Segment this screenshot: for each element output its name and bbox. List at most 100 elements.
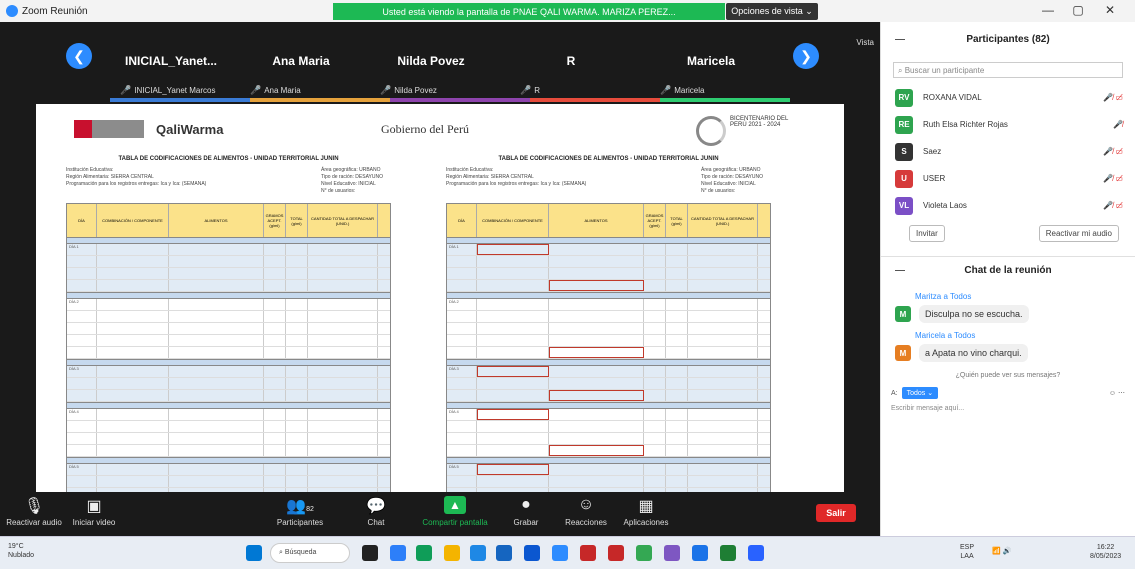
share-screen-button[interactable]: ▲ Compartir pantalla (420, 496, 490, 527)
leave-button[interactable]: Salir (816, 504, 856, 522)
participant-thumbnail[interactable]: Maricela 🎤 Maricela (650, 36, 772, 100)
language-indicator[interactable]: ESP LAA (960, 543, 974, 561)
participant-row[interactable]: RE Ruth Elsa Richter Rojas 🎤̸ (881, 111, 1135, 138)
next-page-icon[interactable]: ❯ (793, 43, 819, 69)
table-cell (264, 280, 286, 291)
day-section: DÍA 4 (447, 409, 770, 458)
table-cell (477, 323, 549, 334)
close-button[interactable]: ✕ (1098, 3, 1122, 17)
view-options-button[interactable]: Opciones de vista ⌄ (726, 3, 818, 20)
table-cell (688, 378, 758, 389)
participant-row[interactable]: S Saez 🎤̸ ▭̸ (881, 138, 1135, 165)
table-cell: DÍA 1 (67, 244, 97, 255)
table-cell (169, 268, 264, 279)
table-cell (286, 421, 308, 432)
table-cell (549, 464, 644, 475)
participant-row[interactable]: VL Violeta Laos 🎤̸ ▭̸ (881, 192, 1135, 219)
task-view-icon[interactable] (362, 545, 378, 561)
maximize-button[interactable]: ▢ (1066, 3, 1090, 17)
file-explorer-icon[interactable] (444, 545, 460, 561)
table-cell (447, 311, 477, 322)
share-screen-icon: ▲ (444, 496, 466, 514)
grid-header-cell: GRAMOS ACEPT. (g/ml) (264, 204, 286, 237)
participant-row[interactable]: U USER 🎤̸ ▭̸ (881, 165, 1135, 192)
day-label: DÍA 2 (69, 299, 79, 304)
mail-icon[interactable] (496, 545, 512, 561)
toolbar-label: Grabar (513, 518, 539, 527)
weather-widget[interactable]: 19°C Nublado (8, 542, 34, 560)
collapse-icon[interactable]: — (895, 34, 905, 45)
table-cell (477, 476, 549, 487)
apps-button[interactable]: ▦ Aplicaciones (616, 496, 676, 527)
date: 8/05/2023 (1090, 553, 1122, 560)
participant-thumbnail[interactable]: Ana Maria 🎤 Ana Maria (240, 36, 362, 100)
reactions-button[interactable]: ☺ Reacciones (556, 496, 616, 527)
grid-header-cell: COMBINACIÓN / COMPONENTE (477, 204, 549, 237)
table-cell (264, 268, 286, 279)
record-button[interactable]: ● Grabar (496, 496, 556, 527)
table-cell (308, 280, 378, 291)
table-row: DÍA 1 (67, 244, 390, 256)
minimize-button[interactable]: — (1036, 3, 1060, 17)
table-cell (308, 464, 378, 475)
table-title: TABLA DE CODIFICACIONES DE ALIMENTOS - U… (498, 156, 719, 162)
participant-search-input[interactable]: ⌕ Buscar un participante (893, 62, 1123, 78)
zoom-taskbar-icon[interactable] (748, 545, 764, 561)
edge-icon[interactable] (416, 545, 432, 561)
table-row (447, 390, 770, 402)
chrome-icon[interactable] (636, 545, 652, 561)
participant-row[interactable]: RV ROXANA VIDAL 🎤̸ ▭̸ (881, 84, 1135, 111)
table-cell (67, 421, 97, 432)
table-cell (666, 445, 688, 456)
table-cell (169, 335, 264, 346)
table-row (67, 347, 390, 359)
table-cell (97, 256, 169, 267)
table-cell (549, 268, 644, 279)
table-row: DÍA 5 (67, 464, 390, 476)
table-cell (477, 445, 549, 456)
excel-icon[interactable] (720, 545, 736, 561)
toolbar-label: Chat (367, 518, 385, 527)
start-icon[interactable] (246, 545, 262, 561)
view-toggle-button[interactable]: Vista (856, 38, 874, 47)
zoom-taskbar-icon[interactable] (552, 545, 568, 561)
pdf-icon[interactable] (608, 545, 624, 561)
collapse-icon[interactable]: — (895, 265, 905, 276)
participant-thumbnail[interactable]: INICIAL_Yanet... 🎤 INICIAL_Yanet Marcos (110, 36, 232, 100)
participant-thumbnail[interactable]: Nilda Povez 🎤 Nilda Povez (370, 36, 492, 100)
chat-app-icon[interactable] (390, 545, 406, 561)
table-cell (67, 323, 97, 334)
invite-button[interactable]: Invitar (909, 225, 945, 242)
participant-thumbnail[interactable]: R 🎤 R (510, 36, 632, 100)
prev-page-icon[interactable]: ❮ (66, 43, 92, 69)
table-row (447, 268, 770, 280)
table-row (67, 445, 390, 457)
clock[interactable]: 16:22 8/05/2023 (1090, 543, 1121, 561)
recipient-dropdown[interactable]: Todos ⌄ (901, 387, 939, 399)
chat-input[interactable]: Escribir mensaje aquí... (881, 399, 1135, 418)
taskbar-search[interactable]: ⌕ Búsqueda (270, 543, 350, 563)
table-cell (477, 256, 549, 267)
store-icon[interactable] (470, 545, 486, 561)
word-icon[interactable] (524, 545, 540, 561)
meta-right-line: Área geográfica: URBANO (321, 167, 381, 173)
participants-button[interactable]: 👥82 Participantes (270, 496, 330, 527)
unmute-me-button[interactable]: Reactivar mi audio (1038, 225, 1119, 242)
emoji-icon[interactable]: ☺ ⋯ (1109, 389, 1125, 397)
wifi-volume-icon[interactable]: 📶 🔊 (992, 547, 1011, 556)
pdf-icon[interactable] (580, 545, 596, 561)
table-cell (688, 335, 758, 346)
app-icon[interactable] (692, 545, 708, 561)
chat-title: Chat de la reunión (964, 265, 1052, 276)
settings-icon[interactable] (664, 545, 680, 561)
day-section: DÍA 3 (447, 366, 770, 403)
thumbnail-name: INICIAL_Yanet... (124, 54, 218, 68)
unmute-button[interactable]: 🎙 Reactivar audio (4, 496, 64, 527)
table-cell (264, 311, 286, 322)
search-label: Búsqueda (284, 549, 317, 556)
chat-button[interactable]: 💬 Chat (346, 496, 406, 527)
start-video-button[interactable]: ▣ Iniciar video (64, 496, 124, 527)
table-cell (477, 409, 549, 420)
who-can-see-link[interactable]: ¿Quién puede ver sus mensajes? (881, 372, 1135, 379)
table-row (447, 445, 770, 457)
